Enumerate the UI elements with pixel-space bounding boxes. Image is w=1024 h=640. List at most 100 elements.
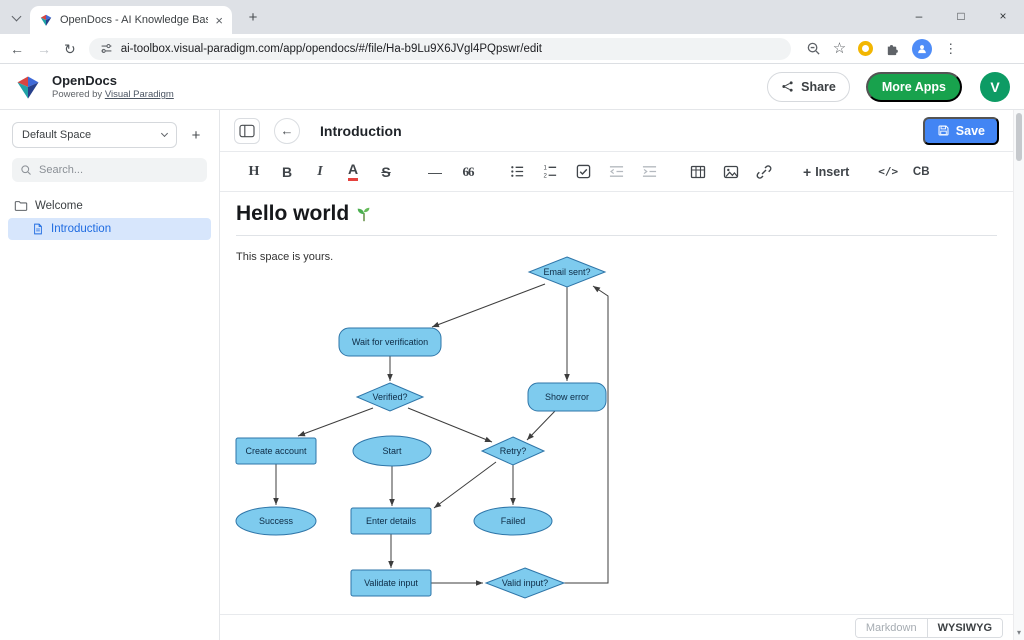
browser-back-button[interactable]: ← xyxy=(10,42,24,56)
share-icon xyxy=(781,80,794,93)
app-name: OpenDocs xyxy=(52,73,174,88)
zoom-icon[interactable] xyxy=(806,41,821,56)
scrollbar-thumb[interactable] xyxy=(1016,113,1022,161)
flowchart-node-label: Verified? xyxy=(372,392,407,402)
heading-divider xyxy=(236,235,997,236)
browser-forward-button[interactable]: → xyxy=(37,42,51,56)
window-controls: – □ × xyxy=(898,0,1024,32)
more-apps-button[interactable]: More Apps xyxy=(866,72,962,102)
insert-table-button[interactable] xyxy=(688,159,708,185)
flowchart-edge-email-sent-to-wait-for-verification[interactable] xyxy=(432,284,545,327)
text-color-button[interactable]: A xyxy=(343,159,363,185)
markdown-mode-button[interactable]: Markdown xyxy=(856,619,928,637)
wysiwyg-mode-button[interactable]: WYSIWYG xyxy=(928,619,1002,637)
browser-tab[interactable]: OpenDocs - AI Knowledge Base × xyxy=(30,6,232,34)
arrowhead-icon xyxy=(510,498,516,505)
share-button[interactable]: Share xyxy=(767,72,850,102)
document-heading: Hello world xyxy=(236,202,997,226)
flowchart-node-label: Enter details xyxy=(366,516,417,526)
document-editor[interactable]: Hello world This space is yours. Email s… xyxy=(220,192,1013,614)
seedling-emoji xyxy=(355,205,373,223)
plus-icon: + xyxy=(803,164,811,180)
arrowhead-icon xyxy=(388,561,394,568)
browser-profile-avatar[interactable] xyxy=(912,39,932,59)
browser-navbar: ← → ↻ ai-toolbox.visual-paradigm.com/app… xyxy=(0,34,1024,64)
tab-title: OpenDocs - AI Knowledge Base xyxy=(60,14,208,26)
blockquote-button[interactable]: 66 xyxy=(458,159,478,185)
bold-button[interactable]: B xyxy=(277,159,297,185)
arrowhead-icon xyxy=(434,502,441,508)
search-input[interactable] xyxy=(39,164,189,176)
arrowhead-icon xyxy=(387,374,393,381)
sidebar-item-welcome[interactable]: Welcome xyxy=(0,195,219,217)
insert-image-button[interactable] xyxy=(721,159,741,185)
editor-toolbar: H B I A S — 66 1 2 xyxy=(220,152,1013,192)
tab-close-icon[interactable]: × xyxy=(215,14,223,27)
save-button[interactable]: Save xyxy=(923,117,999,145)
outdent-button[interactable] xyxy=(606,159,626,185)
arrowhead-icon xyxy=(485,437,493,442)
flowchart-edge-verified-to-create-account[interactable] xyxy=(298,408,373,436)
arrowhead-icon xyxy=(298,431,306,436)
browser-reload-button[interactable]: ↻ xyxy=(64,42,76,56)
window-minimize-button[interactable]: – xyxy=(898,0,940,32)
flowchart-edge-verified-to-retry[interactable] xyxy=(408,408,492,442)
tree-item-label: Introduction xyxy=(51,223,111,235)
insert-link-button[interactable] xyxy=(754,159,774,185)
flowchart-edge-retry-to-enter-details[interactable] xyxy=(434,462,496,508)
add-space-button[interactable]: + xyxy=(185,124,207,146)
extension-yellow-icon[interactable] xyxy=(858,41,873,56)
document-icon xyxy=(32,223,44,235)
table-icon xyxy=(690,164,706,180)
tab-search-button[interactable] xyxy=(9,11,23,25)
share-label: Share xyxy=(801,80,836,94)
address-bar[interactable]: ai-toolbox.visual-paradigm.com/app/opend… xyxy=(89,38,791,60)
page-title: Introduction xyxy=(320,123,402,139)
sidebar-item-introduction[interactable]: Introduction xyxy=(8,218,211,240)
toggle-sidebar-button[interactable] xyxy=(234,118,260,144)
strikethrough-button[interactable]: S xyxy=(376,159,396,185)
sidebar-collapse-icon xyxy=(239,124,255,138)
editor-statusbar: Markdown WYSIWYG xyxy=(220,614,1013,640)
visual-paradigm-link[interactable]: Visual Paradigm xyxy=(105,89,174,100)
flowchart-node-label: Create account xyxy=(245,446,307,456)
bookmark-star-icon[interactable]: ☆ xyxy=(833,41,846,56)
checklist-button[interactable] xyxy=(573,159,593,185)
flowchart-node-label: Valid input? xyxy=(502,578,548,588)
bullet-list-icon xyxy=(510,164,525,179)
user-avatar[interactable]: V xyxy=(980,72,1010,102)
person-icon xyxy=(916,43,928,55)
flowchart-node-label: Validate input xyxy=(364,578,418,588)
site-settings-icon[interactable] xyxy=(100,42,113,55)
link-icon xyxy=(756,164,772,180)
image-icon xyxy=(723,164,739,180)
outdent-icon xyxy=(609,164,624,179)
sidebar-search[interactable] xyxy=(12,158,207,182)
window-close-button[interactable]: × xyxy=(982,0,1024,32)
inline-code-button[interactable]: </> xyxy=(878,159,898,185)
extensions-puzzle-icon[interactable] xyxy=(885,41,900,56)
flowchart-edge-valid-input-to-email-sent[interactable] xyxy=(564,286,608,583)
new-tab-button[interactable]: + xyxy=(243,7,263,27)
flowchart-canvas[interactable]: Email sent?Wait for verificationVerified… xyxy=(230,256,660,614)
window-maximize-button[interactable]: □ xyxy=(940,0,982,32)
numbered-list-icon: 1 2 xyxy=(543,164,558,179)
numbered-list-button[interactable]: 1 2 xyxy=(540,159,560,185)
space-selector[interactable]: Default Space xyxy=(12,122,177,148)
indent-button[interactable] xyxy=(639,159,659,185)
flowchart-node-label: Show error xyxy=(545,392,589,402)
horizontal-rule-button[interactable]: — xyxy=(425,159,445,185)
vertical-scrollbar[interactable]: ▾ xyxy=(1013,110,1024,640)
scrollbar-down-arrow[interactable]: ▾ xyxy=(1014,628,1024,637)
flowchart-node-label: Success xyxy=(259,516,294,526)
code-block-button[interactable]: CB xyxy=(911,159,931,185)
document-tree: Welcome Introduction xyxy=(0,195,219,240)
back-button[interactable]: ← xyxy=(274,118,300,144)
app-header: OpenDocs Powered by Visual Paradigm Shar… xyxy=(0,64,1024,110)
browser-menu-icon[interactable]: ⋮ xyxy=(944,42,957,55)
insert-button[interactable]: + Insert xyxy=(803,159,849,185)
heading-button[interactable]: H xyxy=(244,159,264,185)
italic-button[interactable]: I xyxy=(310,159,330,185)
bullet-list-button[interactable] xyxy=(507,159,527,185)
checkbox-icon xyxy=(576,164,591,179)
